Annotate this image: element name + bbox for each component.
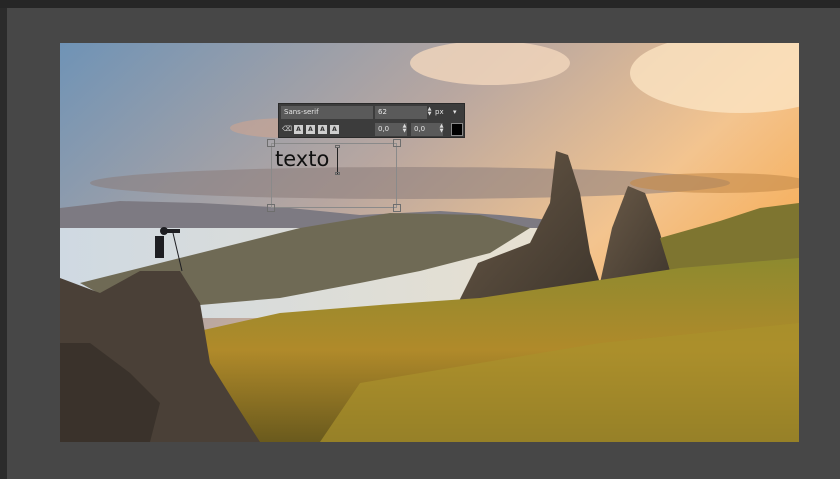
font-field[interactable]: Sans-serif <box>281 106 373 119</box>
bold-button[interactable]: A <box>294 125 303 134</box>
text-cursor <box>337 147 338 174</box>
unit-dropdown[interactable]: px ▾ <box>435 106 463 119</box>
cursor-handle-bottom <box>335 172 340 175</box>
spin-arrows-icon[interactable]: ▲ ▼ <box>426 107 433 118</box>
resize-handle-top-left[interactable] <box>267 139 275 147</box>
resize-handle-bottom-right[interactable] <box>393 204 401 212</box>
unit-label: px <box>435 108 444 116</box>
underline-button[interactable]: A <box>318 125 327 134</box>
italic-button[interactable]: A <box>306 125 315 134</box>
spin-arrows-icon[interactable]: ▲ ▼ <box>438 124 445 135</box>
chevron-down-icon: ▾ <box>453 108 457 116</box>
text-tool-overlay: Sans-serif 62 ▲ ▼ px ▾ ⌫ A A A A 0,0 ▲ ▼ 0… <box>278 103 465 138</box>
window-top-bar <box>0 0 840 8</box>
spin-arrows-icon[interactable]: ▲ ▼ <box>401 124 408 135</box>
eraser-icon[interactable]: ⌫ <box>282 125 292 134</box>
font-size-field[interactable]: 62 <box>375 106 427 119</box>
resize-handle-bottom-left[interactable] <box>267 204 275 212</box>
cursor-handle-top <box>335 145 340 148</box>
text-color-swatch[interactable] <box>451 123 463 136</box>
strikethrough-button[interactable]: A <box>330 125 339 134</box>
resize-handle-top-right[interactable] <box>393 139 401 147</box>
canvas-text[interactable]: texto <box>275 146 329 172</box>
